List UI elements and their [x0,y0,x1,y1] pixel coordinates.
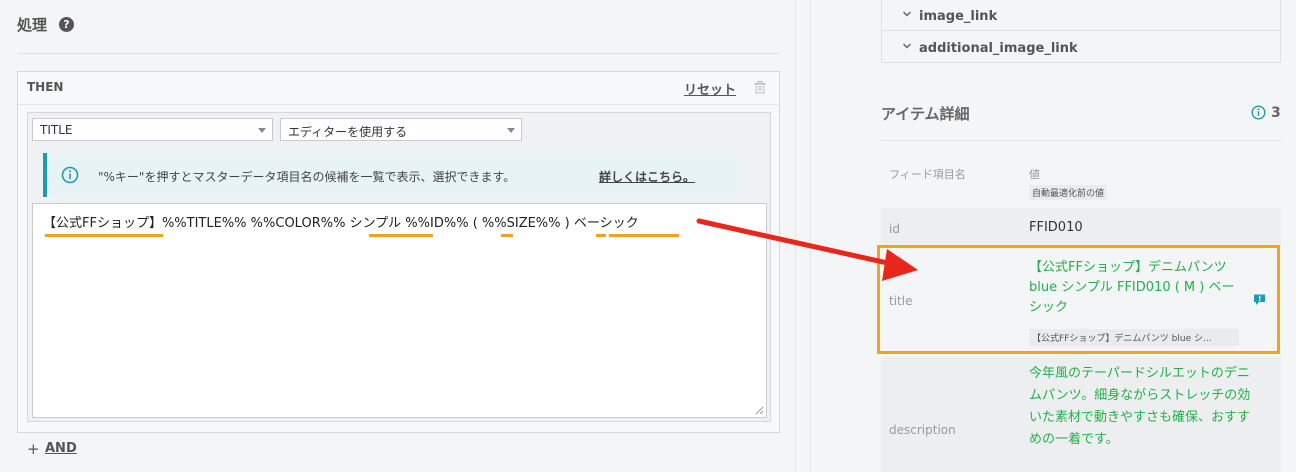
highlight-box [877,245,1280,354]
mode-select-value: エディターを使用する [288,125,408,139]
column-header-field: フィード項目名 [889,168,966,181]
table-row: description 今年風のテーパードシルエットのデニムパンツ。細身ながらス… [881,357,1281,472]
item-detail-title: アイテム詳細 [881,105,970,123]
chevron-down-icon [902,11,912,17]
chevron-down-icon [258,128,266,133]
then-block: THEN リセット TITLE エディターを使用する "%キー"を押すとマスター… [17,71,780,433]
section-title: 処理 [17,16,48,34]
table-row: title 【公式FFショップ】デニムパンツ blue シンプル FFID010… [877,245,1281,355]
trash-icon[interactable] [754,81,766,94]
static-text-underline [596,234,606,237]
divider [17,53,780,54]
row-value: 今年風のテーパードシルエットのデニムパンツ。細身ながらストレッチの効いた素材で動… [1029,366,1251,447]
detail-count: 3 [1271,105,1281,121]
field-row-label: image_link [919,9,998,24]
field-select-value: TITLE [40,123,73,137]
action-config: TITLE エディターを使用する "%キー"を押すとマスターデータ項目名の候補を… [27,112,771,422]
column-subheader: 自動最適化前の値 [1029,185,1108,200]
field-row-label: additional_image_link [919,41,1078,56]
divider [881,140,1281,141]
field-list: image_link additional_image_link [881,0,1281,63]
info-text: "%キー"を押すとマスターデータ項目名の候補を一覧で表示、選択できます。 [98,170,516,184]
then-label: THEN [27,80,64,94]
column-header-value: 値 [1029,168,1040,181]
help-icon[interactable]: ? [59,17,74,32]
static-text-underline [369,234,433,237]
row-value: FFID010 [1029,220,1083,235]
field-row-image-link[interactable]: image_link [882,0,1280,31]
info-banner: "%キー"を押すとマスターデータ項目名の候補を一覧で表示、選択できます。 詳しく… [43,153,741,197]
details-link[interactable]: 詳しくはこちら。 [599,168,695,185]
plus-icon[interactable]: + [27,440,40,458]
item-preview-panel: image_link additional_image_link アイテム詳細 … [810,0,1296,472]
chevron-down-icon [902,43,912,49]
value-editor[interactable]: 【公式FFショップ】%%TITLE%% %%COLOR%% シンプル %%ID%… [32,203,767,418]
add-and-button[interactable]: AND [45,441,77,456]
info-icon[interactable] [1251,105,1266,120]
mode-select[interactable]: エディターを使用する [280,118,522,141]
rule-editor-panel: 処理 ? THEN リセット TITLE エディターを使用する "%キー"を押す… [0,0,796,472]
divider [18,104,779,105]
row-key: id [889,222,900,236]
static-text-underline [609,234,679,237]
static-text-underline [501,234,513,237]
editor-text[interactable]: 【公式FFショップ】%%TITLE%% %%COLOR%% シンプル %%ID%… [43,212,639,231]
info-icon [61,166,79,184]
reset-link[interactable]: リセット [684,79,736,98]
table-row: id FFID010 [881,208,1281,246]
field-row-additional-image-link[interactable]: additional_image_link [882,32,1280,63]
static-text-underline [45,234,163,237]
row-key: description [889,423,956,437]
field-select[interactable]: TITLE [32,118,273,141]
chevron-down-icon [507,128,515,133]
divider [795,0,796,472]
resize-handle-icon[interactable] [755,406,764,415]
